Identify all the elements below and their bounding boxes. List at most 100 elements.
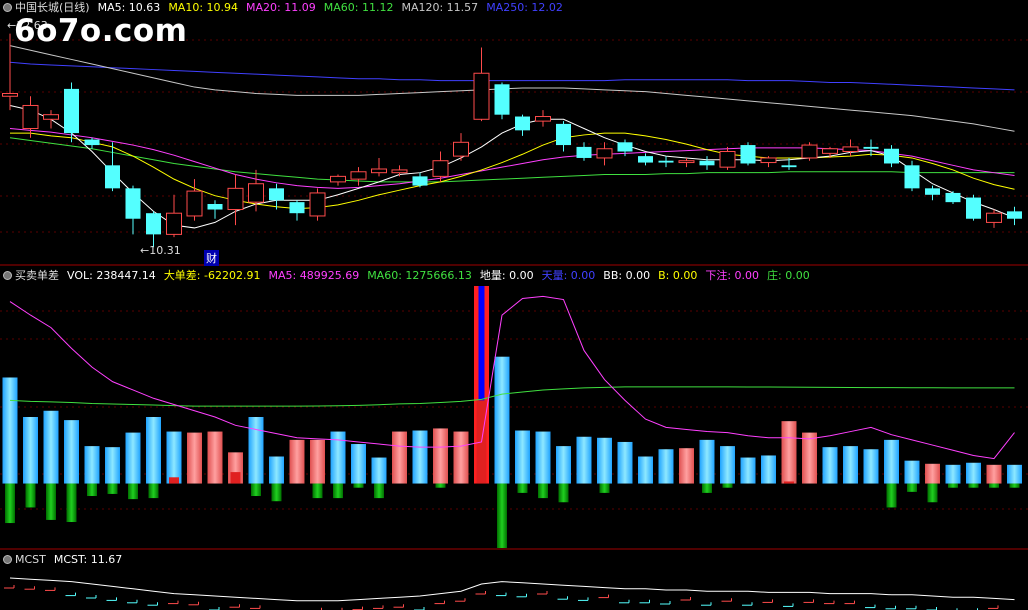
volume-bar xyxy=(945,464,961,484)
volume-bar xyxy=(453,431,469,484)
mcst-panel[interactable]: MCST MCST: 11.67 xyxy=(0,550,1028,610)
candle-body xyxy=(330,175,346,183)
indicator-label: B: 0.00 xyxy=(658,269,698,282)
candle-body xyxy=(22,104,39,129)
volume-bar xyxy=(433,428,448,484)
mcst-indicator-name: MCST xyxy=(15,553,46,566)
candle-body xyxy=(105,165,120,189)
big-order-diff-bar xyxy=(784,481,794,484)
indicator-label: MA5: 489925.69 xyxy=(268,269,360,282)
ma10-line xyxy=(10,132,1015,210)
indicator-label: BB: 0.00 xyxy=(603,269,651,282)
volume-bar xyxy=(904,460,920,484)
big-order-diff-bar xyxy=(599,483,610,493)
big-order-diff-bar xyxy=(886,483,897,508)
volume-indicator-name: 买卖单差 xyxy=(15,269,59,282)
big-order-diff-bar xyxy=(46,483,56,520)
big-order-diff-bar xyxy=(312,483,323,499)
candle-body xyxy=(64,88,79,134)
big-order-diff-bar xyxy=(374,483,384,499)
candle-body xyxy=(617,142,633,152)
candle-body xyxy=(43,114,59,120)
candle-body xyxy=(719,151,736,168)
volume-bar xyxy=(535,431,551,484)
candle-body xyxy=(248,183,264,203)
volume-bar xyxy=(822,447,838,484)
big-order-diff-bar xyxy=(25,483,36,508)
indicator-label: 庄: 0.00 xyxy=(767,269,810,282)
candle-body xyxy=(678,160,695,164)
candle-body xyxy=(391,169,408,174)
candle-body xyxy=(412,176,428,186)
candle-body xyxy=(2,93,18,97)
volume-bar xyxy=(966,462,981,484)
settings-dot-icon[interactable] xyxy=(3,271,12,280)
candle-body xyxy=(146,213,161,235)
big-order-diff-bar xyxy=(66,483,77,523)
volume-bar xyxy=(699,439,715,484)
candle-body xyxy=(822,148,838,154)
volume-bar xyxy=(556,446,571,484)
big-order-diff-bar xyxy=(948,483,958,488)
volume-chart[interactable] xyxy=(0,266,1028,550)
big-order-diff-bar xyxy=(5,483,15,524)
volume-bar xyxy=(925,463,940,484)
candle-body xyxy=(842,146,859,153)
volume-bar xyxy=(884,439,899,484)
candle-body xyxy=(740,145,756,164)
big-order-diff-bar xyxy=(107,483,118,494)
candle-body xyxy=(925,188,940,195)
volume-bar xyxy=(310,439,325,484)
volume-bar xyxy=(2,377,18,484)
mcst-chart[interactable] xyxy=(0,550,1028,610)
volume-bar xyxy=(43,410,59,484)
mcst-line xyxy=(9,577,1015,602)
settings-dot-icon[interactable] xyxy=(3,3,12,12)
volume-bar xyxy=(392,431,407,484)
big-order-diff-bar xyxy=(927,483,938,503)
volume-panel[interactable]: 买卖单差 VOL: 238447.14 大单差: -62202.91 MA5: 489… xyxy=(0,266,1028,550)
volume-bar xyxy=(843,446,858,484)
indicator-label: MA60: 1275666.13 xyxy=(367,269,472,282)
price-chart-panel[interactable]: 中国长城(日线) MA5: 10.63 MA10: 10.94 MA20: 11.09… xyxy=(0,0,1028,266)
volume-bar xyxy=(269,456,284,484)
candle-body xyxy=(186,190,203,217)
candle-body xyxy=(125,188,141,219)
candle-body xyxy=(760,157,777,164)
low-price-label: ←10.31 xyxy=(140,244,181,257)
candle-body xyxy=(904,165,920,189)
volume-bar xyxy=(371,457,387,484)
big-order-diff-bar xyxy=(353,483,364,488)
big-order-diff-bar xyxy=(1009,483,1020,488)
indicator-label: MA60: 11.12 xyxy=(323,1,394,14)
big-order-diff-bar xyxy=(538,483,548,499)
volume-bar xyxy=(863,449,879,484)
candle-body xyxy=(350,171,367,180)
candle-body xyxy=(371,168,387,174)
candle-body xyxy=(658,160,674,163)
candle-body xyxy=(453,141,469,157)
candle-body xyxy=(515,116,530,131)
indicator-label: MA20: 11.09 xyxy=(246,1,316,14)
settings-dot-icon[interactable] xyxy=(3,555,12,564)
candle-body xyxy=(84,139,100,146)
candle-body xyxy=(227,187,244,211)
candle-body xyxy=(309,192,326,217)
volume-bar xyxy=(576,436,592,484)
volume-panel-header: 买卖单差 VOL: 238447.14 大单差: -62202.91 MA5: 489… xyxy=(0,268,818,284)
candle-body xyxy=(884,148,899,164)
financial-report-marker[interactable]: 财 xyxy=(204,250,219,266)
indicator-label: MA250: 12.02 xyxy=(486,1,563,14)
big-order-diff-bar xyxy=(497,483,507,548)
candle-body xyxy=(781,165,797,168)
volume-bar xyxy=(23,417,38,484)
candle-body xyxy=(638,156,653,163)
volume-bar xyxy=(740,457,756,484)
ma250-line xyxy=(9,61,1015,91)
volume-bar xyxy=(597,437,612,484)
candle-body xyxy=(945,192,961,203)
mcst-panel-header: MCST MCST: 11.67 xyxy=(0,552,130,568)
volume-bar xyxy=(761,455,776,484)
volume-bar xyxy=(166,431,182,484)
candle-body xyxy=(596,148,613,159)
